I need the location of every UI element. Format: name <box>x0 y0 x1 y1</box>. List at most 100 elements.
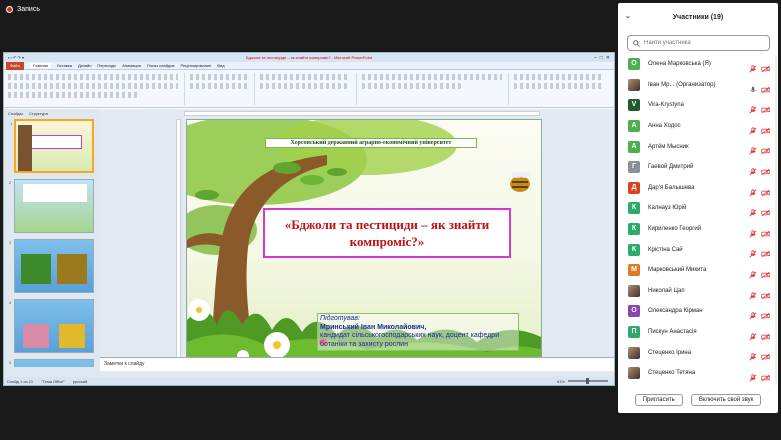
author-credits[interactable]: Підготував: Мринський Іван Миколайович, … <box>317 313 519 351</box>
avatar: К <box>628 243 640 256</box>
participant-row[interactable]: Стеценко Ірина <box>618 342 778 363</box>
ribbon-commands-row[interactable] <box>260 83 350 89</box>
ribbon-commands-row[interactable] <box>362 83 462 89</box>
participant-row[interactable]: Д Дар'я Балышева <box>618 178 778 199</box>
tab-animation[interactable]: Анимация <box>122 63 141 68</box>
participant-row[interactable]: V Vira-Krystyna <box>618 95 778 116</box>
ribbon-commands-row[interactable] <box>514 74 604 80</box>
slide-thumbnail[interactable]: 5 <box>9 359 94 367</box>
unmute-self-button[interactable]: Включить свой звук <box>690 394 762 406</box>
slide-thumbnail[interactable]: 3 <box>9 239 94 293</box>
scrollbar[interactable] <box>775 55 777 385</box>
recording-indicator[interactable]: Запись <box>6 6 40 13</box>
participant-name: Марковський Микита <box>648 267 707 274</box>
tab-insert[interactable]: Вставка <box>57 63 72 68</box>
thumb-image <box>57 254 87 284</box>
tab-transitions[interactable]: Переходы <box>97 63 116 68</box>
ribbon-commands-row[interactable] <box>260 74 350 80</box>
ribbon-separator <box>356 73 357 105</box>
ribbon-separator <box>254 73 255 105</box>
participant-name: Олександра Кірман <box>648 308 703 315</box>
participant-row[interactable]: А Анна Ходос <box>618 116 778 137</box>
minimize-icon[interactable]: – <box>594 55 597 61</box>
ribbon-commands-row[interactable] <box>514 83 604 89</box>
participant-row[interactable]: П Пискун Анастасія <box>618 322 778 343</box>
participant-row[interactable]: О Олександра Кірман <box>618 301 778 322</box>
avatar: О <box>628 58 640 71</box>
avatar <box>628 78 640 91</box>
tab-review[interactable]: Рецензирование <box>181 63 212 68</box>
mic-muted-icon[interactable] <box>749 369 757 387</box>
participant-list: О Олена Марковська (Я) Іван Мр... (Организ… <box>618 54 778 384</box>
participant-row[interactable]: О Олена Марковська (Я) <box>618 54 778 75</box>
thumb-text-box <box>23 184 87 202</box>
ribbon <box>4 70 614 108</box>
author-role: кандидат сільськогосподарських наук, доц… <box>320 332 500 348</box>
slide-thumbnail[interactable]: 2 <box>9 179 94 233</box>
slide-thumbnail[interactable]: 1 <box>10 119 94 173</box>
search-input[interactable] <box>644 40 764 46</box>
ribbon-commands-row[interactable] <box>8 74 178 80</box>
slide-title: «Бджоли та пестициди – як знайти компром… <box>284 217 490 249</box>
tab-file[interactable]: Файл <box>6 61 24 70</box>
ribbon-commands-row[interactable] <box>8 83 178 89</box>
participant-name: Олена Марковська (Я) <box>648 61 711 68</box>
participants-footer: Пригласить Включить свой звук <box>618 389 778 411</box>
theme-name: "Тема Office" <box>41 378 65 384</box>
avatar: К <box>628 223 640 236</box>
shared-screen-powerpoint: ▪ ▪ ↶ ↷ ▾ Бджоли та пестициди – як знайт… <box>3 52 615 386</box>
participant-name: Калнауз Юрій <box>648 205 687 212</box>
current-slide[interactable]: Херсонський державний аграрно-економічни… <box>186 119 542 363</box>
participant-search[interactable] <box>627 35 770 51</box>
participant-name: Стеценко Тетяна <box>648 370 696 377</box>
chevron-down-icon[interactable]: ⌄ <box>625 12 631 20</box>
participant-row[interactable]: Стеценко Тетяна <box>618 363 778 384</box>
slide-notes[interactable]: Заметки к слайду <box>100 357 614 371</box>
participant-row[interactable]: Іван Мр... (Организатор) <box>618 75 778 96</box>
tab-outline[interactable]: Структура <box>29 111 48 116</box>
ppt-title-bar: ▪ ▪ ↶ ↷ ▾ Бджоли та пестициди – як знайт… <box>4 53 614 62</box>
zoom-slider[interactable] <box>568 378 608 384</box>
participant-row[interactable]: К Кириленко Георгий <box>618 219 778 240</box>
avatar <box>628 367 640 380</box>
tab-slides[interactable]: Слайды <box>8 111 23 116</box>
avatar: А <box>628 140 640 153</box>
slide-thumbnail[interactable]: 4 <box>9 299 94 353</box>
slide-title-box[interactable]: «Бджоли та пестициди – як знайти компром… <box>263 208 511 258</box>
ribbon-commands-row[interactable] <box>190 83 250 89</box>
author-name: Мринський Іван Миколайович, <box>320 323 427 331</box>
credits-label: Підготував: <box>320 315 360 322</box>
camera-off-icon[interactable] <box>761 369 770 387</box>
tab-view[interactable]: Вид <box>217 63 224 68</box>
language: русский <box>72 378 88 384</box>
maximize-icon[interactable]: □ <box>600 55 603 61</box>
recording-label: Запись <box>17 6 40 13</box>
tab-design[interactable]: Дизайн <box>78 63 91 68</box>
avatar: Г <box>628 161 640 174</box>
ribbon-commands-row[interactable] <box>190 74 250 80</box>
tab-slideshow[interactable]: Показ слайдов <box>147 63 175 68</box>
slide-number: 2 <box>9 180 12 185</box>
ribbon-commands-row[interactable] <box>362 74 502 80</box>
avatar <box>628 284 640 297</box>
slide-counter: Слайд 1 из 21 <box>7 378 34 384</box>
participant-row[interactable]: К Калнауз Юрій <box>618 198 778 219</box>
participant-name: Анна Ходос <box>648 123 681 130</box>
participant-name: Крістіна Сай <box>648 246 683 253</box>
close-icon[interactable]: ✕ <box>606 55 610 61</box>
slide-number: 4 <box>9 300 12 305</box>
participant-row[interactable]: К Крістіна Сай <box>618 239 778 260</box>
quick-access-toolbar[interactable]: ▪ ▪ ↶ ↷ ▾ <box>8 55 24 60</box>
invite-button[interactable]: Пригласить <box>634 394 683 406</box>
vertical-ruler <box>176 119 181 365</box>
participant-row[interactable]: Г Гаевой Дмитрий <box>618 157 778 178</box>
participant-row[interactable]: Николай Цап <box>618 281 778 302</box>
participant-name: Кириленко Георгий <box>648 226 702 233</box>
ribbon-commands-row[interactable] <box>8 92 138 98</box>
participant-row[interactable]: М Марковський Микита <box>618 260 778 281</box>
tab-home[interactable]: Главная <box>29 63 52 68</box>
thumb-image <box>23 324 49 348</box>
participant-row[interactable]: А Артём Мысник <box>618 136 778 157</box>
thumb-tree <box>18 125 32 171</box>
participants-header: ⌄ Участники (19) <box>618 3 778 31</box>
